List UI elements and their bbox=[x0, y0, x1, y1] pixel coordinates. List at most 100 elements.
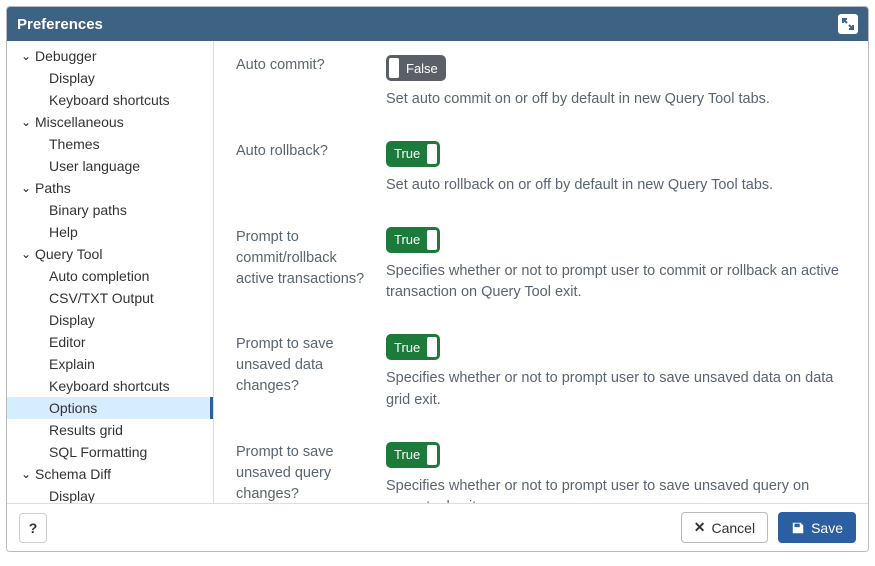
cancel-button[interactable]: ✕ Cancel bbox=[681, 512, 768, 543]
tree-item[interactable]: Help bbox=[7, 221, 213, 243]
setting-row: Prompt to commit/rollback active transac… bbox=[236, 227, 846, 305]
setting-row: Auto rollback? True Set auto rollback on o… bbox=[236, 141, 846, 197]
tree-item-label: Auto completion bbox=[49, 268, 149, 284]
tree-item[interactable]: Display bbox=[7, 67, 213, 89]
tree-item-label: Binary paths bbox=[49, 202, 127, 218]
close-icon: ✕ bbox=[694, 519, 706, 536]
save-button[interactable]: Save bbox=[778, 512, 856, 543]
tree-group[interactable]: ⌄ Query Tool bbox=[7, 243, 213, 265]
maximize-button[interactable] bbox=[838, 14, 858, 34]
toggle[interactable]: True bbox=[386, 227, 440, 253]
toggle-label: True bbox=[394, 232, 420, 247]
tree-item[interactable]: Keyboard shortcuts bbox=[7, 89, 213, 111]
tree-item-label: Explain bbox=[49, 356, 95, 372]
help-button[interactable]: ? bbox=[19, 513, 47, 543]
dialog-body: ⌄ Debugger Display Keyboard shortcuts ⌄ Misce… bbox=[7, 41, 868, 503]
toggle-label: False bbox=[406, 61, 438, 76]
setting-label: Prompt to save unsaved data changes? bbox=[236, 334, 386, 397]
chevron-down-icon: ⌄ bbox=[21, 468, 31, 480]
setting-description: Set auto rollback on or off by default i… bbox=[386, 175, 846, 197]
cancel-label: Cancel bbox=[711, 520, 755, 536]
toggle-knob bbox=[427, 337, 437, 357]
setting-description: Specifies whether or not to prompt user … bbox=[386, 368, 846, 412]
chevron-down-icon: ⌄ bbox=[21, 182, 31, 194]
tree-group-label: Query Tool bbox=[35, 246, 102, 262]
tree-group-label: Paths bbox=[35, 180, 71, 196]
setting-row: Prompt to save unsaved query changes?Tru… bbox=[236, 442, 846, 504]
toggle[interactable]: True bbox=[386, 334, 440, 360]
tree-group[interactable]: ⌄ Miscellaneous bbox=[7, 111, 213, 133]
tree-item-label: Options bbox=[49, 400, 97, 416]
toggle-knob bbox=[427, 144, 437, 164]
titlebar: Preferences bbox=[7, 7, 868, 41]
tree-item[interactable]: SQL Formatting bbox=[7, 441, 213, 463]
expand-icon bbox=[842, 18, 854, 30]
tree-item[interactable]: CSV/TXT Output bbox=[7, 287, 213, 309]
tree-item-label: CSV/TXT Output bbox=[49, 290, 154, 306]
help-icon: ? bbox=[29, 520, 38, 536]
tree-item-label: Editor bbox=[49, 334, 86, 350]
setting-row: Auto commit? False Set auto commit on or o… bbox=[236, 55, 846, 111]
settings-panel: Auto commit? False Set auto commit on or o… bbox=[214, 41, 868, 503]
setting-label: Auto rollback? bbox=[236, 141, 386, 162]
tree-item-label: Results grid bbox=[49, 422, 123, 438]
chevron-down-icon: ⌄ bbox=[21, 50, 31, 62]
tree-item-label: SQL Formatting bbox=[49, 444, 147, 460]
tree-group-label: Miscellaneous bbox=[35, 114, 124, 130]
tree-group[interactable]: ⌄ Debugger bbox=[7, 45, 213, 67]
tree-item-label: Help bbox=[49, 224, 78, 240]
toggle[interactable]: True bbox=[386, 141, 440, 167]
toggle-knob bbox=[427, 230, 437, 250]
toggle-knob bbox=[389, 58, 399, 78]
setting-body: False Set auto commit on or off by defaul… bbox=[386, 55, 846, 111]
toggle-label: True bbox=[394, 447, 420, 462]
tree-item[interactable]: Auto completion bbox=[7, 265, 213, 287]
chevron-down-icon: ⌄ bbox=[21, 116, 31, 128]
tree-item[interactable]: Display bbox=[7, 485, 213, 503]
tree-item-label: Keyboard shortcuts bbox=[49, 92, 170, 108]
tree-item-label: Keyboard shortcuts bbox=[49, 378, 170, 394]
setting-body: True Set auto rollback on or off by defau… bbox=[386, 141, 846, 197]
setting-row: Prompt to save unsaved data changes?True… bbox=[236, 334, 846, 412]
tree-item[interactable]: Options bbox=[7, 397, 213, 419]
dialog-footer: ? ✕ Cancel Save bbox=[7, 503, 868, 551]
preferences-tree[interactable]: ⌄ Debugger Display Keyboard shortcuts ⌄ Misce… bbox=[7, 41, 214, 503]
footer-actions: ✕ Cancel Save bbox=[681, 512, 856, 543]
tree-group-label: Debugger bbox=[35, 48, 97, 64]
tree-group[interactable]: ⌄ Schema Diff bbox=[7, 463, 213, 485]
tree-item[interactable]: Keyboard shortcuts bbox=[7, 375, 213, 397]
toggle-label: True bbox=[394, 146, 420, 161]
toggle[interactable]: False bbox=[386, 55, 446, 81]
tree-item[interactable]: Editor bbox=[7, 331, 213, 353]
dialog-title: Preferences bbox=[17, 16, 103, 33]
setting-label: Prompt to commit/rollback active transac… bbox=[236, 227, 386, 290]
tree-group[interactable]: ⌄ Paths bbox=[7, 177, 213, 199]
setting-body: True Specifies whether or not to prompt u… bbox=[386, 442, 846, 504]
tree-item[interactable]: Explain bbox=[7, 353, 213, 375]
tree-item-label: Themes bbox=[49, 136, 100, 152]
tree-item[interactable]: Themes bbox=[7, 133, 213, 155]
toggle[interactable]: True bbox=[386, 442, 440, 468]
tree-item[interactable]: Display bbox=[7, 309, 213, 331]
tree-item-label: Display bbox=[49, 70, 95, 86]
setting-description: Specifies whether or not to prompt user … bbox=[386, 261, 846, 305]
tree-item-label: Display bbox=[49, 312, 95, 328]
tree-group-label: Schema Diff bbox=[35, 466, 111, 482]
tree-item[interactable]: User language bbox=[7, 155, 213, 177]
tree-item-label: Display bbox=[49, 488, 95, 503]
setting-description: Specifies whether or not to prompt user … bbox=[386, 476, 846, 504]
chevron-down-icon: ⌄ bbox=[21, 248, 31, 260]
tree-item[interactable]: Binary paths bbox=[7, 199, 213, 221]
setting-body: True Specifies whether or not to prompt u… bbox=[386, 227, 846, 305]
setting-body: True Specifies whether or not to prompt u… bbox=[386, 334, 846, 412]
setting-description: Set auto commit on or off by default in … bbox=[386, 89, 846, 111]
save-icon bbox=[791, 521, 805, 535]
toggle-knob bbox=[427, 445, 437, 465]
tree-item-label: User language bbox=[49, 158, 140, 174]
toggle-label: True bbox=[394, 340, 420, 355]
setting-label: Auto commit? bbox=[236, 55, 386, 76]
save-label: Save bbox=[811, 520, 843, 536]
setting-label: Prompt to save unsaved query changes? bbox=[236, 442, 386, 504]
tree-item[interactable]: Results grid bbox=[7, 419, 213, 441]
preferences-dialog: Preferences ⌄ Debugger Display Keyboard sho… bbox=[6, 6, 869, 552]
